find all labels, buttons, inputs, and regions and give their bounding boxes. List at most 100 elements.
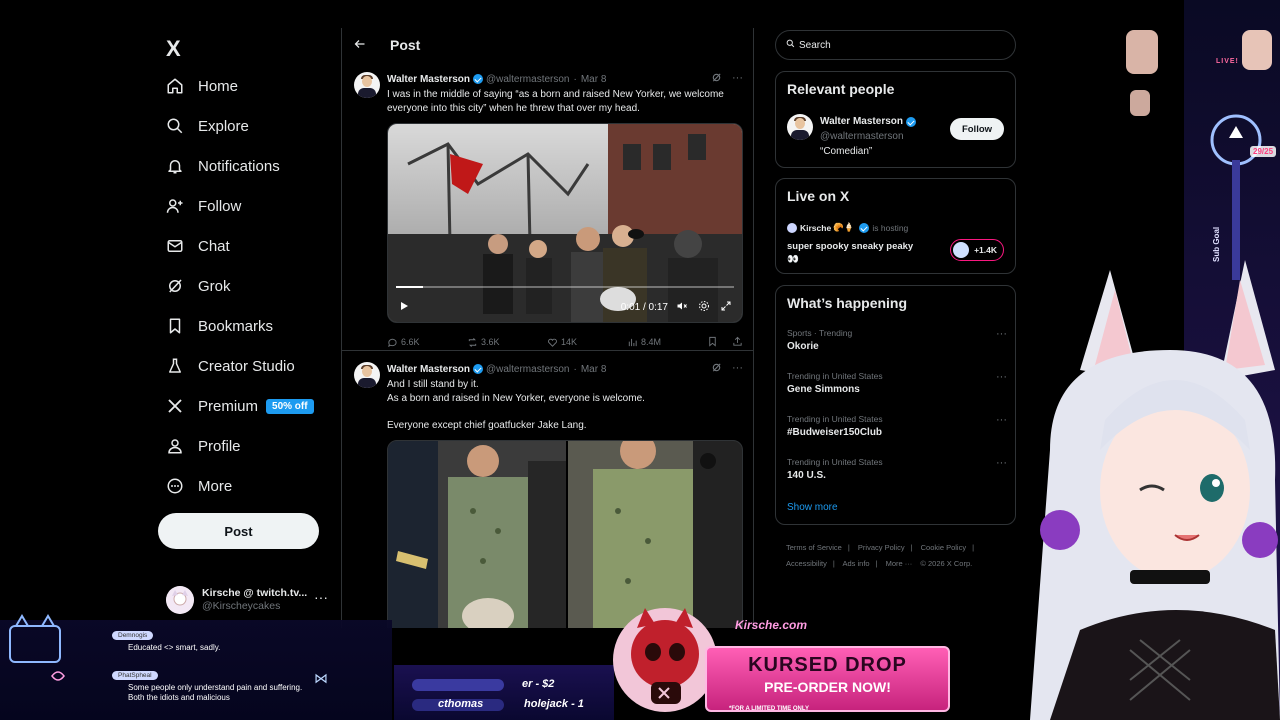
bookmark-icon[interactable] [707, 336, 718, 349]
views-button[interactable]: 8.4M [627, 337, 707, 348]
account-switcher[interactable]: Kirsche @ twitch.tv... @Kirscheycakes ··… [166, 583, 338, 617]
nav-item-creator-studio[interactable]: Creator Studio [158, 350, 295, 382]
grok-icon[interactable] [711, 362, 722, 376]
promo-site: Kirsche.com [735, 618, 808, 632]
more-icon[interactable]: ··· [732, 72, 743, 86]
chat-username: PhatSpheal [112, 671, 158, 680]
avatar [953, 242, 969, 258]
video-time: 0:01 / 0:17 [620, 301, 668, 313]
verified-badge-icon [472, 74, 483, 84]
stream-title-text: super spooky sneaky peaky [787, 241, 914, 252]
reply-icon [388, 338, 397, 347]
nav-item-follow[interactable]: Follow [158, 190, 241, 222]
live-on-x-card: Live on X Kirsche 🥐🍦 is hosting super sp… [775, 178, 1016, 274]
nav-item-grok[interactable]: Grok [158, 270, 231, 302]
nav-item-more[interactable]: More [158, 470, 232, 502]
live-host-row[interactable]: Kirsche 🥐🍦 is hosting [787, 222, 908, 233]
trend-item[interactable]: Sports · Trending Okorie ··· [787, 328, 1007, 352]
donation-ticker: er - $2 cthomas holejack - 1 [394, 665, 614, 720]
share-icon[interactable] [732, 336, 743, 349]
x-logo-icon[interactable]: X [166, 36, 181, 62]
like-button[interactable]: 14K [547, 337, 627, 348]
search-icon [786, 39, 795, 51]
ticker-text: cthomas [438, 698, 484, 710]
live-badge: LIVE! [1216, 58, 1239, 65]
verified-badge-icon [472, 364, 483, 374]
avatar[interactable] [354, 362, 380, 388]
follow-button[interactable]: Follow [950, 118, 1004, 140]
trend-name: #Budweiser150Club [787, 427, 883, 438]
footer-link[interactable]: Terms of Service [786, 543, 842, 552]
fullscreen-icon[interactable] [720, 300, 732, 315]
nav-item-premium[interactable]: Premium 50% off [158, 390, 314, 422]
person-icon [158, 434, 192, 458]
settings-icon[interactable] [698, 300, 710, 315]
grok-icon[interactable] [711, 72, 722, 86]
emoji-icon: 🥐🍦 [833, 222, 855, 232]
video-progress-bar[interactable] [396, 286, 734, 288]
host-name: Kirsche [800, 222, 832, 233]
account-handle: @Kirscheycakes [202, 600, 281, 612]
more-icon[interactable]: ··· [732, 362, 743, 376]
mute-icon[interactable] [676, 300, 688, 315]
person-name[interactable]: Walter Masterson [820, 114, 903, 129]
search-input[interactable]: Search [775, 30, 1016, 60]
tweet-author-handle[interactable]: @waltermasterson [486, 74, 570, 85]
more-icon[interactable]: ··· [314, 589, 328, 605]
heart-icon [548, 338, 557, 347]
tweet-date[interactable]: Mar 8 [581, 364, 607, 375]
grok-icon [158, 274, 192, 298]
play-icon[interactable] [398, 300, 410, 315]
show-more-link[interactable]: Show more [787, 502, 838, 513]
footer-links: Terms of Service | Privacy Policy | Cookie… [786, 540, 1006, 572]
footer-link[interactable]: Accessibility [786, 559, 827, 568]
tweet-author-handle[interactable]: @waltermasterson [486, 364, 570, 375]
footer-link[interactable]: Ads info [842, 559, 869, 568]
avatar[interactable] [354, 72, 380, 98]
footer-link[interactable]: Privacy Policy [858, 543, 905, 552]
nav-item-bookmarks[interactable]: Bookmarks [158, 310, 273, 342]
chat-message: PhatSpheal Some people only understand p… [92, 670, 308, 703]
nav-item-chat[interactable]: Chat [158, 230, 230, 262]
bow-icon: ⋈ [314, 670, 328, 686]
nav-item-notifications[interactable]: Notifications [158, 150, 280, 182]
card-title: What’s happening [787, 295, 908, 311]
verified-badge-icon [905, 116, 916, 127]
bell-icon [158, 154, 192, 178]
post-button[interactable]: Post [158, 513, 319, 549]
nav-label: Follow [198, 197, 242, 215]
avatar [787, 222, 797, 233]
trend-item[interactable]: Trending in United States #Budweiser150C… [787, 414, 1007, 438]
nav-label: Creator Studio [198, 357, 295, 375]
nav-label: Grok [198, 277, 231, 295]
tweet-text: I was in the middle of saying “as a born… [387, 89, 724, 114]
promo-box: KURSED DROP PRE-ORDER NOW! [705, 646, 950, 712]
cat-box-icon [9, 614, 65, 681]
tweet[interactable]: Walter Masterson @waltermasterson · Mar … [354, 362, 749, 628]
trend-item[interactable]: Trending in United States 140 U.S. ··· [787, 457, 1007, 481]
avatar[interactable] [787, 114, 813, 140]
separator-dot: · [573, 363, 577, 375]
footer-link[interactable]: Cookie Policy [921, 543, 966, 552]
tweet-video[interactable]: 0:01 / 0:17 [387, 123, 743, 323]
back-arrow-icon[interactable] [354, 38, 390, 53]
tweet-author-name[interactable]: Walter Masterson [387, 74, 470, 85]
nav-item-home[interactable]: Home [158, 70, 238, 102]
tweet-date[interactable]: Mar 8 [581, 74, 607, 85]
trend-item[interactable]: Trending in United States Gene Simmons ·… [787, 371, 1007, 395]
reply-button[interactable]: 6.6K [387, 337, 467, 348]
stream-title[interactable]: super spooky sneaky peaky 👀 [787, 240, 937, 266]
trend-name: Okorie [787, 341, 819, 352]
tweet[interactable]: Walter Masterson @waltermasterson · Mar … [354, 72, 749, 362]
main-column: Post Walter Masterson @waltermasterson ·… [341, 28, 754, 628]
divider [342, 350, 753, 351]
footer-link[interactable]: More ··· [886, 559, 913, 568]
discount-badge: 50% off [266, 398, 314, 414]
nav-item-profile[interactable]: Profile [158, 430, 241, 462]
repost-button[interactable]: 3.6K [467, 337, 547, 348]
person-handle[interactable]: @waltermasterson [820, 129, 919, 144]
tweet-author-name[interactable]: Walter Masterson [387, 364, 470, 375]
promo-note: *FOR A LIMITED TIME ONLY [729, 706, 810, 712]
nav-item-explore[interactable]: Explore [158, 110, 249, 142]
repost-icon [468, 337, 477, 347]
